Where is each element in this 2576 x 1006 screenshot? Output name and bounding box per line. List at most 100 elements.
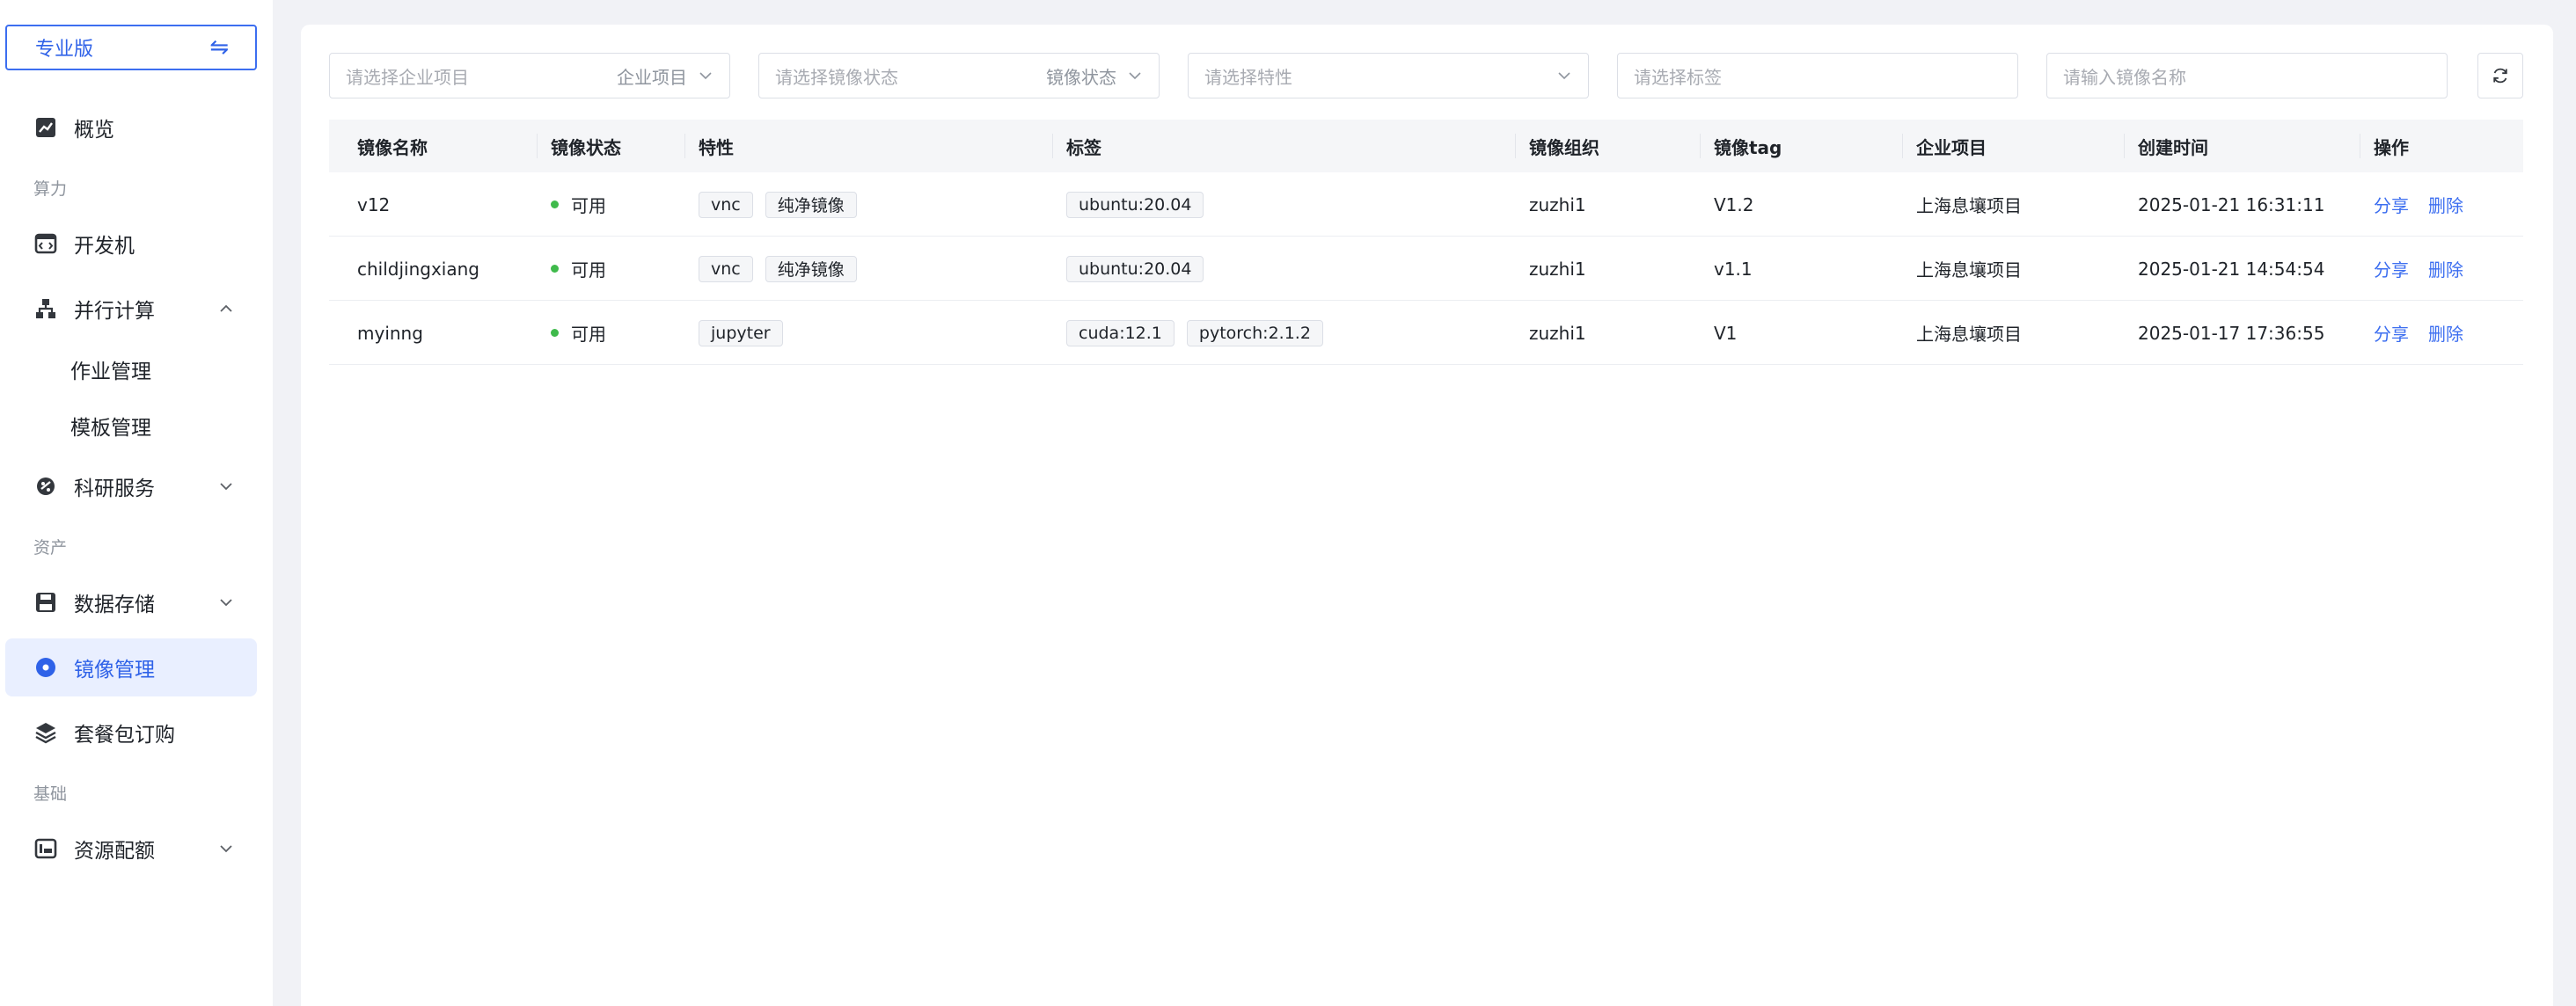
group-label-compute: 算力 [33, 179, 68, 199]
sidebar-item-label: 概览 [74, 119, 114, 142]
status-select[interactable]: 请选择镜像状态 镜像状态 [758, 53, 1160, 98]
tag-select-placeholder: 请选择标签 [1634, 66, 1722, 88]
tag-select[interactable]: 请选择标签 [1617, 53, 2018, 98]
column-header-name: 镜像名称 [357, 136, 428, 158]
chevron-down-icon [1129, 72, 1141, 80]
sidebar-item-research[interactable]: 科研服务 [5, 457, 257, 515]
sidebar-item-parallel[interactable]: 并行计算 [5, 280, 257, 338]
image-name-search-input[interactable]: 请输入镜像名称 [2046, 53, 2448, 98]
chevron-down-icon [220, 483, 232, 491]
tag-cell: V1 [1714, 322, 1738, 344]
column-header-actions: 操作 [2360, 120, 2409, 172]
column-header-created: 创建时间 [2124, 120, 2208, 172]
status-cell: 可用 [551, 172, 606, 237]
status-dot-icon [551, 329, 559, 337]
refresh-icon [2493, 68, 2507, 84]
chevron-down-icon [1558, 72, 1570, 80]
sidebar-item-overview[interactable]: 概览 [5, 98, 257, 157]
floppy-disk-icon [33, 590, 58, 615]
sidebar-item-devbox[interactable]: 开发机 [5, 215, 257, 273]
label-tag: ubuntu:20.04 [1066, 255, 1204, 282]
project-select-placeholder: 请选择企业项目 [346, 66, 469, 88]
status-dot-icon [551, 265, 559, 273]
refresh-button[interactable] [2477, 53, 2523, 98]
table-header: 镜像名称 镜像状态 特性 标签 镜像组织 镜像tag 企业项目 创建时间 操作 [329, 120, 2523, 172]
feature-cell: jupyter [699, 301, 795, 365]
image-name: childjingxiang [357, 258, 479, 280]
tags-cell: cuda:12.1 pytorch:2.1.2 [1066, 301, 1336, 365]
tags-cell: ubuntu:20.04 [1066, 172, 1216, 237]
edition-switch-button[interactable]: 专业版 ⇋ [5, 25, 257, 70]
share-link[interactable]: 分享 [2374, 320, 2409, 346]
tag-cell: V1.2 [1714, 193, 1754, 215]
swap-icon: ⇋ [209, 34, 229, 61]
group-label-basic: 基础 [33, 784, 68, 804]
feature-tag: vnc [699, 191, 753, 218]
sidebar-item-images[interactable]: 镜像管理 [5, 638, 257, 696]
code-window-icon [33, 231, 58, 256]
sidebar-item-label: 镜像管理 [74, 659, 155, 682]
org-cell: zuzhi1 [1529, 322, 1586, 344]
status-text: 可用 [571, 324, 606, 345]
actions-cell: 分享 删除 [2374, 237, 2483, 301]
feature-tag: vnc [699, 255, 753, 282]
share-link[interactable]: 分享 [2374, 256, 2409, 281]
disc-icon [33, 655, 58, 680]
project-select[interactable]: 请选择企业项目 企业项目 [329, 53, 730, 98]
sidebar-item-templates[interactable]: 模板管理 [70, 404, 151, 448]
label-tag: pytorch:2.1.2 [1186, 319, 1323, 346]
edition-label: 专业版 [35, 39, 94, 61]
chevron-down-icon [220, 599, 232, 607]
image-name: myinng [357, 322, 423, 344]
feature-cell: vnc 纯净镜像 [699, 172, 869, 237]
label-tag: cuda:12.1 [1066, 319, 1175, 346]
table-row: myinng 可用 jupyter cuda:12.1 pytorch:2.1.… [329, 301, 2523, 365]
delete-link[interactable]: 删除 [2428, 320, 2463, 346]
project-select-value: 企业项目 [617, 66, 687, 88]
main-panel: 请选择企业项目 企业项目 请选择镜像状态 镜像状态 请选择特性 请选择标签 请输… [301, 25, 2553, 1006]
chart-icon [33, 115, 58, 140]
org-cell: zuzhi1 [1529, 258, 1586, 280]
status-cell: 可用 [551, 301, 606, 365]
sidebar-item-label: 资源配额 [74, 840, 155, 863]
share-link[interactable]: 分享 [2374, 192, 2409, 217]
feature-select-placeholder: 请选择特性 [1204, 66, 1292, 88]
feature-tag: 纯净镜像 [765, 255, 857, 282]
image-name-placeholder: 请输入镜像名称 [2063, 66, 2186, 88]
status-select-placeholder: 请选择镜像状态 [775, 66, 898, 88]
sidebar-item-storage[interactable]: 数据存储 [5, 573, 257, 631]
feature-tag: 纯净镜像 [765, 191, 857, 218]
sidebar-item-label: 科研服务 [74, 477, 155, 500]
sidebar-item-packages[interactable]: 套餐包订购 [5, 703, 257, 762]
actions-cell: 分享 删除 [2374, 172, 2483, 237]
column-header-tags: 标签 [1052, 120, 1101, 172]
sidebar-item-quota[interactable]: 资源配额 [5, 820, 257, 878]
sidebar: 专业版 ⇋ 概览 算力 开发机 并行计算 作业管理 模板管理 科研服务 资产 数… [0, 0, 273, 1006]
delete-link[interactable]: 删除 [2428, 192, 2463, 217]
tags-cell: ubuntu:20.04 [1066, 237, 1216, 301]
image-table: 镜像名称 镜像状态 特性 标签 镜像组织 镜像tag 企业项目 创建时间 操作 … [329, 120, 2523, 365]
hierarchy-icon [33, 296, 58, 321]
quota-icon [33, 836, 58, 861]
column-header-status: 镜像状态 [537, 120, 621, 172]
column-header-tag: 镜像tag [1700, 120, 1782, 172]
feature-select[interactable]: 请选择特性 [1188, 53, 1589, 98]
chevron-up-icon [220, 304, 232, 312]
feature-tag: jupyter [699, 319, 783, 346]
table-row: childjingxiang 可用 vnc 纯净镜像 ubuntu:20.04 … [329, 237, 2523, 301]
status-select-value: 镜像状态 [1046, 66, 1116, 88]
project-cell: 上海息壤项目 [1916, 324, 2022, 345]
status-dot-icon [551, 200, 559, 208]
sidebar-item-label: 开发机 [74, 235, 135, 258]
project-cell: 上海息壤项目 [1916, 195, 2022, 216]
sidebar-item-jobs[interactable]: 作业管理 [70, 347, 151, 391]
feature-cell: vnc 纯净镜像 [699, 237, 869, 301]
tag-cell: v1.1 [1714, 258, 1753, 280]
delete-link[interactable]: 删除 [2428, 256, 2463, 281]
sidebar-item-label: 数据存储 [74, 594, 155, 616]
table-row: v12 可用 vnc 纯净镜像 ubuntu:20.04 zuzhi1 V1.2… [329, 172, 2523, 237]
group-label-assets: 资产 [33, 538, 68, 558]
status-text: 可用 [571, 195, 606, 216]
layers-icon [33, 720, 58, 745]
created-cell: 2025-01-17 17:36:55 [2138, 322, 2325, 344]
